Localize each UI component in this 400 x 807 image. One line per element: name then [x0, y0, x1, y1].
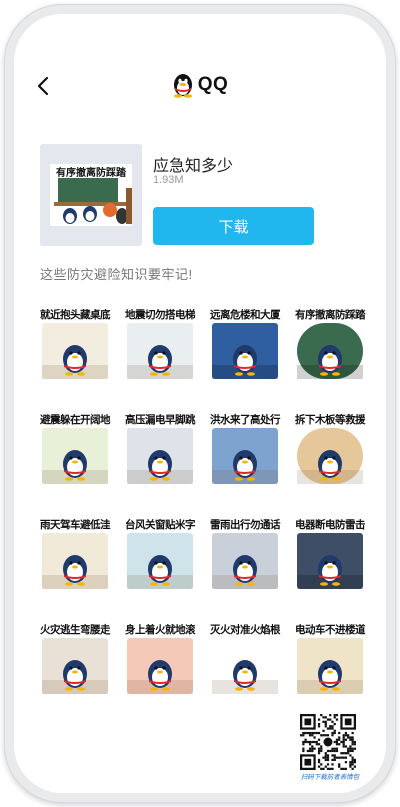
sticker-caption: 火灾逃生弯腰走 [40, 624, 111, 636]
sticker-item[interactable]: 拆下木板等救援 [293, 412, 367, 486]
sticker-caption: 身上着火就地滚 [125, 624, 196, 636]
sticker-item[interactable]: 有序撤离防踩踏 [293, 307, 367, 381]
sticker-item[interactable]: 台风关窗贴米字 [123, 517, 197, 591]
sticker-caption: 有序撤离防踩踏 [295, 309, 366, 321]
sticker-caption: 就近抱头藏桌底 [40, 309, 111, 321]
sticker-item[interactable]: 高压漏电早脚跳 [123, 412, 197, 486]
qr-caption: 扫码下载前者表情包 [300, 774, 360, 781]
qr-code-image [300, 714, 356, 770]
pack-cover-image: 有序撤离防踩踏 [40, 144, 142, 246]
sticker-caption: 远离危楼和大厦 [210, 309, 281, 321]
sticker-item[interactable]: 雨天驾车避低洼 [38, 517, 112, 591]
sticker-caption: 高压漏电早脚跳 [125, 414, 196, 426]
header-bar: QQ [14, 66, 386, 106]
phone-frame: QQ 有序撤离防踩踏 应急知多少 1.93M 下载 这些防灾避险知识要牢记! 就… [4, 4, 396, 803]
sticker-item[interactable]: 火灾逃生弯腰走 [38, 622, 112, 696]
sticker-grid: 就近抱头藏桌底 地震切勿搭电梯 远离危楼和大厦 有序撤离防踩踏 避震躲在开阔地 … [38, 307, 368, 696]
sticker-caption: 雨天驾车避低洼 [40, 519, 111, 531]
pack-description: 这些防灾避险知识要牢记! [40, 267, 193, 282]
sticker-item[interactable]: 洪水来了高处行 [208, 412, 282, 486]
sticker-item[interactable]: 身上着火就地滚 [123, 622, 197, 696]
sticker-item[interactable]: 远离危楼和大厦 [208, 307, 282, 381]
sticker-caption: 拆下木板等救援 [295, 414, 366, 426]
pack-size: 1.93M [153, 174, 184, 186]
sticker-caption: 雷雨出行勿通话 [210, 519, 281, 531]
screen: QQ 有序撤离防踩踏 应急知多少 1.93M 下载 这些防灾避险知识要牢记! 就… [14, 14, 386, 793]
sticker-caption: 灭火对准火焰根 [210, 624, 281, 636]
sticker-item[interactable]: 电器断电防雷击 [293, 517, 367, 591]
sticker-item[interactable]: 避震躲在开阔地 [38, 412, 112, 486]
sticker-item[interactable]: 电动车不进楼道 [293, 622, 367, 696]
qq-penguin-logo-icon [173, 74, 192, 98]
sticker-caption: 洪水来了高处行 [210, 414, 281, 426]
title: QQ [14, 72, 386, 98]
pack-name: 应急知多少 [153, 158, 234, 175]
page-title: QQ [197, 74, 229, 95]
sticker-caption: 地震切勿搭电梯 [125, 309, 196, 321]
sticker-item[interactable]: 就近抱头藏桌底 [38, 307, 112, 381]
sticker-item[interactable]: 地震切勿搭电梯 [123, 307, 197, 381]
sticker-caption: 电器断电防雷击 [295, 519, 366, 531]
sticker-caption: 电动车不进楼道 [295, 624, 366, 636]
sticker-item[interactable]: 雷雨出行勿通话 [208, 517, 282, 591]
pack-cover-caption: 有序撤离防踩踏 [56, 168, 126, 179]
download-button[interactable]: 下载 [153, 207, 314, 245]
sticker-caption: 避震躲在开阔地 [40, 414, 111, 426]
sticker-item[interactable]: 灭火对准火焰根 [208, 622, 282, 696]
sticker-caption: 台风关窗贴米字 [125, 519, 196, 531]
